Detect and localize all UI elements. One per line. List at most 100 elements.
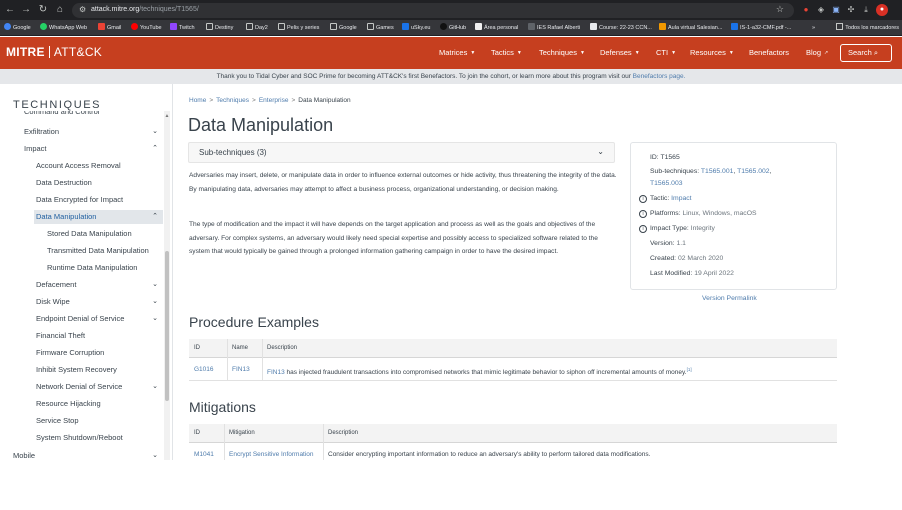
info-icon[interactable]: i [639,225,647,233]
home-icon[interactable]: ⌂ [54,4,66,16]
sidebar-item-disk-wipe[interactable]: Disk Wipe [36,295,148,309]
sidebar-item-runtime-data-manipulation[interactable]: Runtime Data Manipulation [47,261,162,275]
tactic-link[interactable]: Impact [671,195,691,202]
bookmark-star-icon[interactable]: ☆ [776,4,784,15]
breadcrumb-enterprise[interactable]: Enterprise [259,97,289,104]
sidebar-item-network-denial-of-service[interactable]: Network Denial of Service [36,380,148,394]
sidebar-item-stored-data-manipulation[interactable]: Stored Data Manipulation [47,227,162,241]
sidebar-item-endpoint-denial-of-service[interactable]: Endpoint Denial of Service [36,312,148,326]
bookmark-item[interactable]: Aula virtual Salesian... [659,23,722,33]
procedure-examples-table: ID Name Description G1016 FIN13 FIN13 ha… [189,339,837,382]
subtechniques-toggle[interactable]: Sub-techniques (3) ⌄ [188,142,615,163]
nav-defenses[interactable]: Defenses ▼ [600,48,640,57]
chevron-down-icon[interactable]: ⌄ [150,380,160,394]
all-bookmarks-folder[interactable]: Todos los marcadores [836,23,899,33]
column-header-id[interactable]: ID [189,339,200,358]
bookmark-item[interactable]: Twitch [170,23,195,33]
sidebar-item-financial-theft[interactable]: Financial Theft [36,329,162,343]
bookmark-item[interactable]: Google [4,23,31,33]
sidebar-item-impact[interactable]: Impact [24,142,162,156]
url-text[interactable]: attack.mitre.org/techniques/T1565/ [91,6,199,13]
bookmark-item[interactable]: YouTube [131,23,162,33]
subtechnique-link[interactable]: T1565.003 [650,180,683,187]
breadcrumb-home[interactable]: Home [189,97,206,104]
bookmark-folder[interactable]: Pelis y series [278,23,319,33]
nav-resources[interactable]: Resources ▼ [690,48,734,57]
forward-icon[interactable]: → [20,4,32,16]
sidebar-item-exfiltration[interactable]: Exfiltration [24,125,162,139]
sidebar-item-resource-hijacking[interactable]: Resource Hijacking [36,397,162,411]
chevron-up-icon[interactable]: ⌃ [150,210,160,224]
sidebar-item-service-stop[interactable]: Service Stop [36,414,162,428]
bookmark-item[interactable]: IES Rafael Alberti [528,23,580,33]
nav-cti[interactable]: CTI ▼ [656,48,676,57]
chevron-down-icon[interactable]: ⌄ [150,295,160,309]
sidebar-item-firmware-corruption[interactable]: Firmware Corruption [36,346,162,360]
version-permalink-link[interactable]: Version Permalink [702,295,757,302]
info-icon[interactable]: i [639,195,647,203]
reference-link[interactable]: [1] [687,367,692,372]
chevron-down-icon[interactable]: ⌄ [150,125,160,139]
breadcrumb-techniques[interactable]: Techniques [216,97,249,104]
more-bookmarks-button[interactable]: » [812,23,815,33]
shield-extension-icon[interactable]: ◈ [815,4,827,16]
chevron-up-icon[interactable]: ⌃ [150,142,160,156]
search-button[interactable]: Search ⌕ [840,44,892,62]
column-header-id[interactable]: ID [189,424,200,443]
chevron-down-icon[interactable]: ⌄ [150,449,160,460]
subtechniques-label: Sub-techniques (3) [199,148,267,157]
bookmark-item[interactable]: Gmail [98,23,121,33]
bookmark-folder[interactable]: Games [367,23,394,33]
bookmark-item[interactable]: Course: 22-23 CCN... [590,23,652,33]
bookmark-item[interactable]: WhatsApp Web [40,23,87,33]
chevron-down-icon[interactable]: ⌄ [150,312,160,326]
sidebar-scrollbar-thumb[interactable] [165,251,169,401]
sidebar-item-account-access-removal[interactable]: Account Access Removal [36,159,162,173]
sidebar-item-system-shutdown-reboot[interactable]: System Shutdown/Reboot [36,431,162,445]
bookmark-folder[interactable]: Destiny [206,23,233,33]
nav-tactics[interactable]: Tactics ▼ [491,48,522,57]
info-icon[interactable]: i [639,210,647,218]
reload-icon[interactable]: ↻ [37,4,49,16]
sidebar-item-data-destruction[interactable]: Data Destruction [36,176,162,190]
column-header-mitigation[interactable]: Mitigation [224,424,255,443]
bookmark-folder[interactable]: Day2 [246,23,268,33]
bitwarden-extension-icon[interactable]: ▣ [830,4,842,16]
procedure-id-link[interactable]: G1016 [189,358,214,381]
sidebar-item-mobile[interactable]: Mobile [13,449,148,460]
benefactors-page-link[interactable]: Benefactors page. [633,73,686,80]
sidebar-scrollbar[interactable]: ▲ [164,111,170,460]
subtechnique-link[interactable]: T1565.001 [701,168,734,175]
nav-matrices[interactable]: Matrices ▼ [439,48,475,57]
nav-techniques[interactable]: Techniques ▼ [539,48,585,57]
chevron-down-icon[interactable]: ⌄ [150,278,160,292]
bookmark-item[interactable]: Área personal [475,23,518,33]
column-header-name[interactable]: Name [227,339,248,358]
back-icon[interactable]: ← [4,4,16,16]
downloads-icon[interactable]: ⤓ [860,4,872,16]
subtechnique-link[interactable]: T1565.002 [737,168,770,175]
column-header-description[interactable]: Description [262,339,297,358]
sidebar-item-data-manipulation[interactable]: Data Manipulation [34,210,163,224]
sidebar-item-inhibit-system-recovery[interactable]: Inhibit System Recovery [36,363,162,377]
nav-blog[interactable]: Blog ↗ [806,48,828,57]
sidebar-item-defacement[interactable]: Defacement [36,278,162,292]
address-bar[interactable]: ⚙ attack.mitre.org/techniques/T1565/ ☆ [72,3,794,18]
sidebar-item-data-encrypted-for-impact[interactable]: Data Encrypted for Impact [36,193,162,207]
bookmark-item[interactable]: IS-1-a32-CMF.pdf -... [731,23,791,33]
extensions-puzzle-icon[interactable]: ✣ [845,4,857,16]
bookmark-folder[interactable]: Google [330,23,357,33]
scroll-up-icon[interactable]: ▲ [164,113,170,119]
mitre-attack-logo[interactable]: MITRE ATT&CK [6,45,102,59]
extension-icon[interactable]: ● [800,4,812,16]
profile-avatar[interactable]: ● [876,4,888,16]
nav-benefactors[interactable]: Benefactors [749,48,789,57]
bookmark-item[interactable]: uSky.eu [402,23,430,33]
site-info-icon[interactable]: ⚙ [79,5,86,14]
procedure-name-link[interactable]: FIN13 [227,358,250,381]
bookmark-item[interactable]: GitHub [440,23,466,33]
column-header-description[interactable]: Description [323,424,358,443]
sidebar-item-command-and-control[interactable]: Command and Control [24,111,144,116]
procedure-group-link[interactable]: FIN13 [267,369,285,376]
sidebar-item-transmitted-data-manipulation[interactable]: Transmitted Data Manipulation [47,244,163,258]
